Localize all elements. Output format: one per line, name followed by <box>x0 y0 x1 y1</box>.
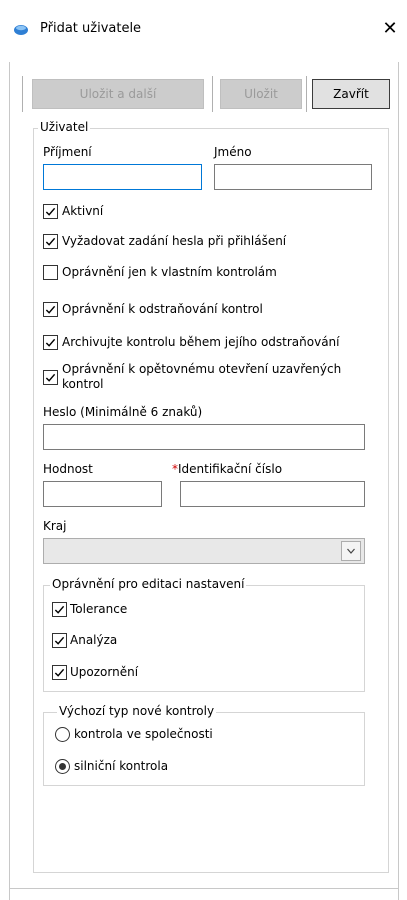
reopen-controls-label-line2: kontrol <box>62 377 104 391</box>
id-label: Identifikační číslo <box>178 462 283 476</box>
road-control-radio[interactable] <box>55 759 70 774</box>
window-border-bottom <box>9 888 399 889</box>
analysis-label: Analýza <box>70 633 118 647</box>
archive-on-delete-checkbox[interactable] <box>43 335 58 350</box>
own-controls-checkbox[interactable] <box>43 265 58 280</box>
reopen-controls-label: Oprávnění k opětovnému otevření uzavřený… <box>62 362 342 376</box>
window-border-left <box>9 62 10 900</box>
company-control-label: kontrola ve společnosti <box>74 727 213 741</box>
id-number-input[interactable] <box>180 481 365 507</box>
default-type-group <box>43 712 365 786</box>
tolerance-label: Tolerance <box>70 602 128 616</box>
tolerance-checkbox[interactable] <box>52 602 67 617</box>
password-input[interactable] <box>43 424 365 450</box>
rank-input[interactable] <box>43 481 162 507</box>
require-password-label: Vyžadovat zadání hesla při přihlášení <box>62 234 287 248</box>
road-control-label: silniční kontrola <box>74 759 169 773</box>
active-checkbox[interactable] <box>43 204 58 219</box>
id-label-wrap: *Identifikační číslo <box>172 462 282 476</box>
company-control-radio[interactable] <box>55 727 70 742</box>
app-icon <box>13 22 29 38</box>
region-select[interactable] <box>43 538 365 564</box>
radio-selected-dot <box>59 763 66 770</box>
reopen-controls-checkbox[interactable] <box>43 370 58 385</box>
window-title: Přidat uživatele <box>40 21 142 36</box>
analysis-checkbox[interactable] <box>52 633 67 648</box>
name-input[interactable] <box>214 164 372 190</box>
delete-controls-label: Oprávnění k odstraňování kontrol <box>62 302 263 316</box>
archive-on-delete-label: Archivujte kontrolu během jejího odstraň… <box>62 335 340 349</box>
delete-controls-checkbox[interactable] <box>43 302 58 317</box>
toolbar-separator <box>306 76 307 112</box>
notifications-checkbox[interactable] <box>52 665 67 680</box>
password-label: Heslo (Minimálně 6 znaků) <box>43 405 203 419</box>
chevron-down-icon[interactable] <box>341 541 361 561</box>
region-label: Kraj <box>43 519 67 533</box>
surname-input[interactable] <box>43 164 202 190</box>
save-and-next-button[interactable]: Uložit a další <box>32 79 204 109</box>
user-group-legend: Uživatel <box>38 120 91 134</box>
close-icon[interactable]: ✕ <box>380 18 400 40</box>
default-type-legend: Výchozí typ nové kontroly <box>57 704 217 718</box>
own-controls-label: Oprávnění jen k vlastním kontrolám <box>62 265 277 279</box>
close-button[interactable]: Zavřít <box>312 79 390 109</box>
active-label: Aktivní <box>62 204 104 218</box>
window-border-right <box>398 62 399 900</box>
name-label: Jméno <box>214 145 252 159</box>
toolbar-separator <box>22 76 23 112</box>
settings-permissions-legend: Oprávnění pro editaci nastavení <box>50 577 247 591</box>
notifications-label: Upozornění <box>70 665 139 679</box>
require-password-checkbox[interactable] <box>43 234 58 249</box>
toolbar-separator <box>212 76 213 112</box>
save-button[interactable]: Uložit <box>220 79 302 109</box>
surname-label: Příjmení <box>43 145 92 159</box>
rank-label: Hodnost <box>43 462 93 476</box>
